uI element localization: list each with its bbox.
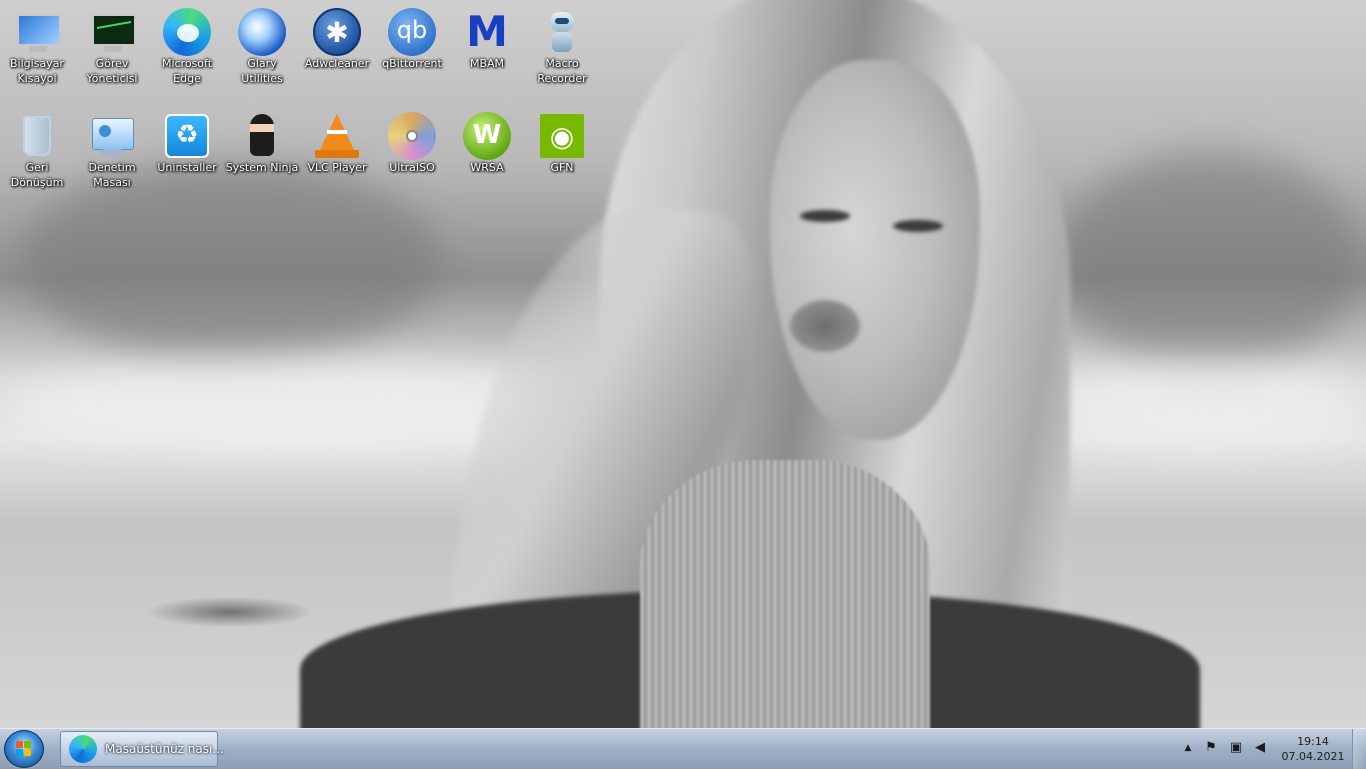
desktop-icon-adwcleaner[interactable]: Adwcleaner [300,4,374,71]
wallpaper-sweater [640,460,930,728]
desktop-icon-system-ninja[interactable]: System Ninja [225,108,299,175]
network-icon[interactable]: ▣ [1227,739,1245,757]
edge-icon [163,8,211,56]
desktop-icon-label: GFN [550,161,574,174]
desktop-icon-recycle-bin[interactable]: Geri Dönüşüm [0,108,74,190]
desktop-icon-computer[interactable]: Bilgisayar Kısayol [0,4,74,86]
clock-date: 07.04.2021 [1281,750,1345,763]
nvidia-gfn-icon [538,112,586,160]
desktop-icon-label: Geri Dönüşüm [10,161,64,189]
desktop-icon-wrsa[interactable]: WRSA [450,108,524,175]
macro-recorder-icon [538,8,586,56]
wrsa-icon [463,112,511,160]
recycle-bin-icon [13,112,61,160]
glary-utilities-icon [238,8,286,56]
uninstaller-icon [163,112,211,160]
desktop-icon-label: Microsoft Edge [161,57,213,85]
windows-start-icon [16,741,32,757]
desktop-icon-label: Uninstaller [157,161,217,174]
wallpaper-snow-right [1050,360,1366,450]
desktop-icon-label: UltraISO [389,161,435,174]
desktop-icon-mbam[interactable]: M MBAM [450,4,524,71]
vlc-icon [313,112,361,160]
taskbar-window-edge[interactable]: Masaüstünüz nası... [60,731,224,767]
desktop-icon-vlc[interactable]: VLC Player [300,108,374,175]
action-center-icon[interactable]: ⚑ [1202,739,1220,757]
desktop-icon-label: Bilgisayar Kısayol [10,57,64,85]
ultraiso-icon [388,112,436,160]
desktop-icon-label: Denetim Masası [88,161,136,189]
malwarebytes-icon: M [466,7,508,56]
show-desktop-button[interactable] [1352,729,1366,769]
qbittorrent-icon [388,8,436,56]
computer-icon [13,8,61,56]
desktop-icon-macro-recorder[interactable]: Macro Recorder [525,4,599,86]
desktop-icon-label: System Ninja [225,161,299,174]
taskbar-window-title: Masaüstünüz nası... [105,742,224,756]
edge-icon [69,735,97,763]
adwcleaner-icon [313,8,361,56]
desktop-icon-gfn[interactable]: GFN [525,108,599,175]
desktop-icon-label: VLC Player [307,161,367,174]
desktop-icon-label: Macro Recorder [537,57,587,85]
wallpaper-trees-right [1060,150,1360,370]
clock-time: 19:14 [1297,735,1329,748]
wallpaper-eye-right [893,220,943,232]
desktop-icon-qbittorrent[interactable]: qBittorrent [375,4,449,71]
control-panel-icon [88,112,136,160]
desktop-icon-uninstaller[interactable]: Uninstaller [150,108,224,175]
desktop-icon-label: Görev Yöneticisi [86,57,138,85]
system-ninja-icon [238,112,286,160]
desktop-icon-control-panel[interactable]: Denetim Masası [75,108,149,190]
desktop-icon-ultraiso[interactable]: UltraISO [375,108,449,175]
desktop-icon-glary-utilities[interactable]: Glary Utilities [225,4,299,86]
task-manager-icon [88,8,136,56]
desktop-icon-task-manager[interactable]: Görev Yöneticisi [75,4,149,86]
desktop-icon-label: Adwcleaner [304,57,370,70]
show-hidden-icons-arrow[interactable]: ▲ [1179,739,1197,757]
wallpaper-trees-left [20,160,440,360]
desktop-icon-edge[interactable]: Microsoft Edge [150,4,224,86]
taskbar: Masaüstünüz nası... ▲ ⚑ ▣ ◀ 19:14 07.04.… [0,728,1366,769]
desktop-icon-label: Glary Utilities [241,57,283,85]
desktop-icon-label: qBittorrent [382,57,442,70]
volume-icon[interactable]: ◀ [1251,739,1269,757]
desktop-icon-label: MBAM [469,57,505,70]
wallpaper-eye-left [800,210,850,222]
desktop-icon-label: WRSA [470,161,504,174]
system-clock[interactable]: 19:14 07.04.2021 [1280,734,1346,764]
wallpaper-lips [790,300,860,352]
start-button[interactable] [4,730,44,768]
